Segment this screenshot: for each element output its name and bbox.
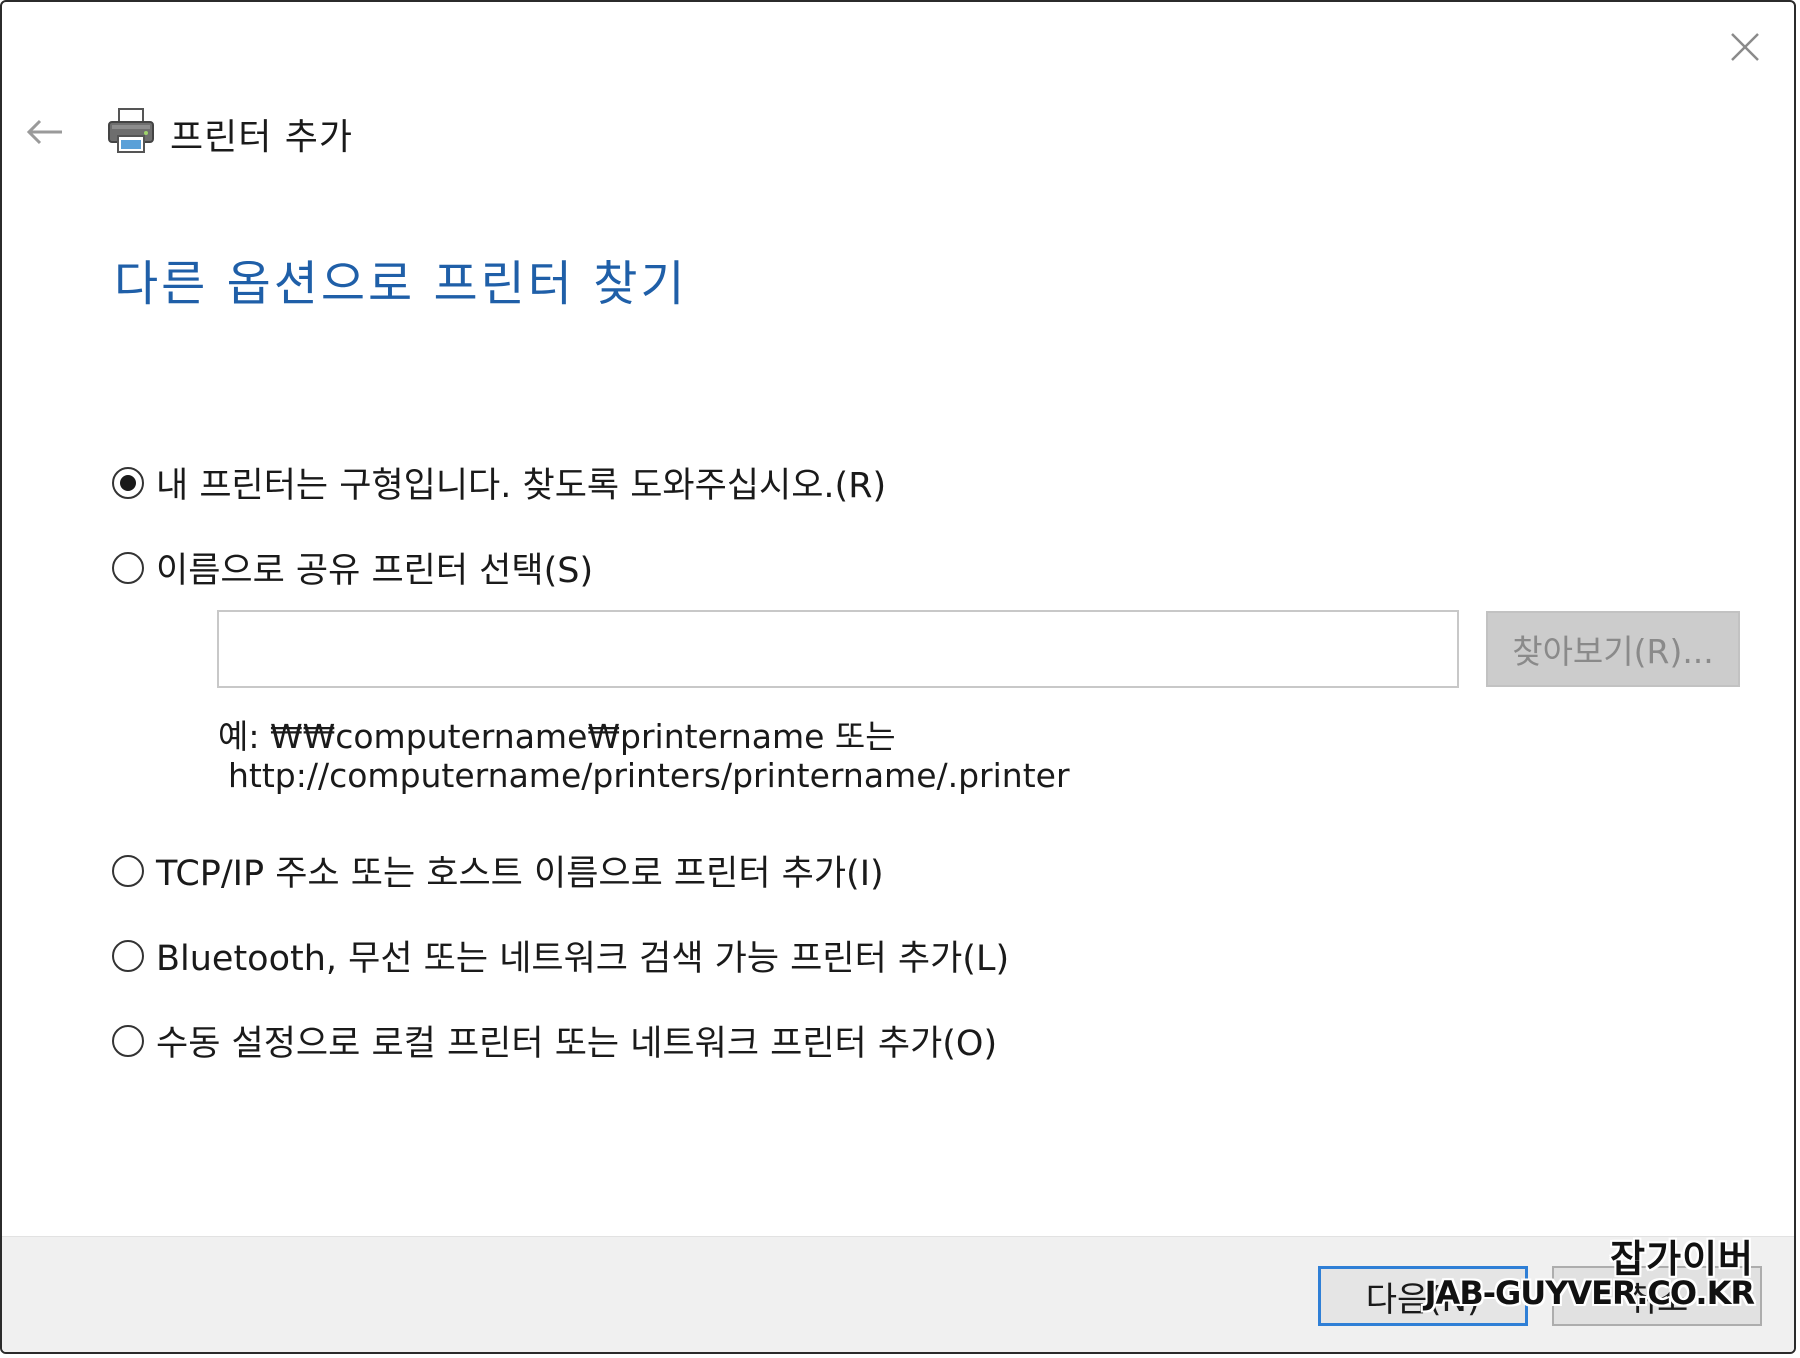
option-label: Bluetooth, 무선 또는 네트워크 검색 가능 프린터 추가(L) [156, 939, 1010, 979]
option-label: TCP/IP 주소 또는 호스트 이름으로 프린터 추가(I) [156, 854, 884, 894]
printer-icon [108, 108, 154, 153]
option-shared-by-name[interactable]: 이름으로 공유 프린터 선택(S) [112, 542, 593, 593]
option-label: 내 프린터는 구형입니다. 찾도록 도와주십시오.(R) [156, 466, 887, 506]
shared-printer-name-input[interactable] [217, 610, 1459, 688]
radio-tcp-ip[interactable] [112, 854, 144, 887]
radio-manual-local[interactable] [112, 1024, 144, 1057]
option-bluetooth-wireless[interactable]: Bluetooth, 무선 또는 네트워크 검색 가능 프린터 추가(L) [112, 930, 1009, 981]
page-heading: 다른 옵션으로 프린터 찾기 [114, 256, 688, 312]
example-text-line2: http://computername/printers/printername… [228, 756, 1070, 795]
option-manual-local[interactable]: 수동 설정으로 로컬 프린터 또는 네트워크 프린터 추가(O) [112, 1015, 997, 1066]
option-label: 이름으로 공유 프린터 선택(S) [156, 551, 594, 591]
radio-legacy-printer[interactable] [112, 466, 144, 499]
option-label: 수동 설정으로 로컬 프린터 또는 네트워크 프린터 추가(O) [156, 1024, 998, 1064]
close-icon [1731, 33, 1759, 61]
example-text-line1: 예: ₩₩computername₩printername 또는 [218, 717, 896, 756]
radio-shared-by-name[interactable] [112, 551, 144, 584]
back-button[interactable] [20, 110, 70, 154]
option-legacy-printer[interactable]: 내 프린터는 구형입니다. 찾도록 도와주십시오.(R) [112, 457, 886, 508]
window-title: 프린터 추가 [170, 117, 354, 158]
back-arrow-icon [26, 119, 62, 145]
radio-bluetooth-wireless[interactable] [112, 939, 144, 972]
close-button[interactable] [1720, 22, 1770, 72]
watermark-url: JAB-GUYVER.CO.KR [1424, 1274, 1755, 1312]
option-tcp-ip[interactable]: TCP/IP 주소 또는 호스트 이름으로 프린터 추가(I) [112, 845, 884, 896]
browse-button[interactable]: 찾아보기(R)... [1486, 611, 1740, 687]
add-printer-dialog: 프린터 추가 다른 옵션으로 프린터 찾기 내 프린터는 구형입니다. 찾도록 … [0, 0, 1796, 1354]
radio-selected-dot [120, 474, 136, 491]
